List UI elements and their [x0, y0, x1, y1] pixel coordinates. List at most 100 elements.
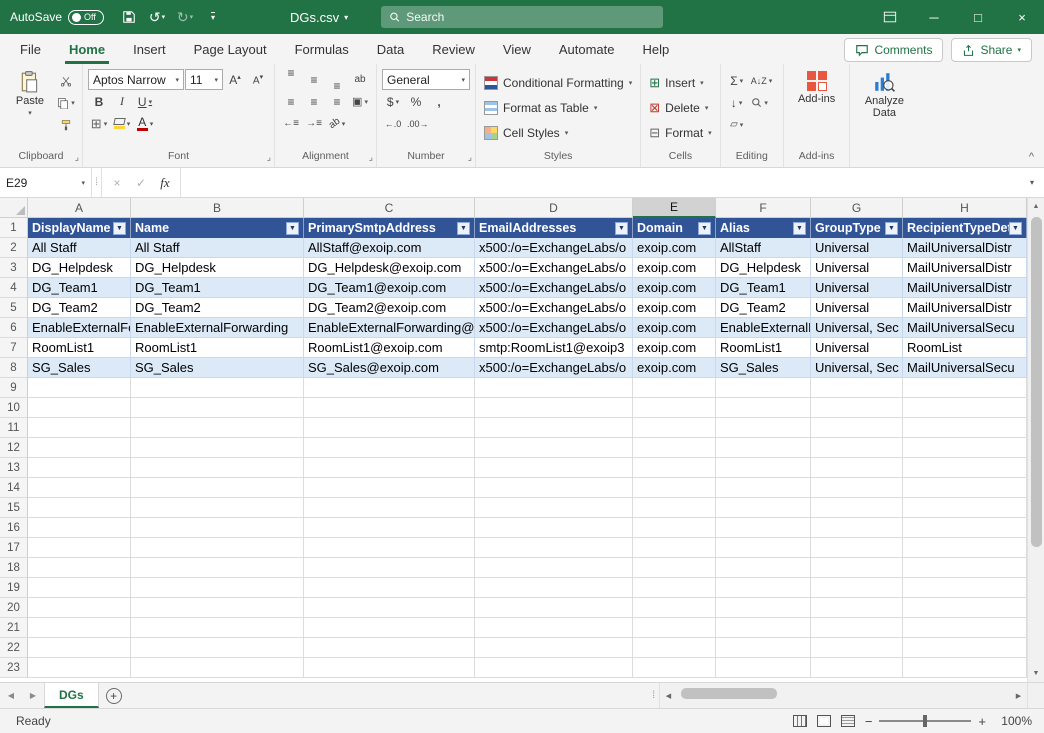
ribbon-tab-help[interactable]: Help	[629, 34, 684, 64]
cell-C14[interactable]	[304, 478, 475, 498]
autosave-switch[interactable]: Off	[68, 10, 104, 25]
bold-button[interactable]: B	[88, 91, 110, 112]
horizontal-scroll-thumb[interactable]	[681, 688, 777, 699]
cell-B21[interactable]	[131, 618, 304, 638]
ribbon-tab-home[interactable]: Home	[55, 34, 119, 64]
cell-C13[interactable]	[304, 458, 475, 478]
find-select-button[interactable]: ▾	[749, 92, 771, 113]
cell-B1[interactable]: Name▼	[131, 218, 304, 238]
column-header-G[interactable]: G	[811, 198, 903, 218]
cell-H12[interactable]	[903, 438, 1027, 458]
cell-F20[interactable]	[716, 598, 811, 618]
comma-style-button[interactable]: ,	[428, 91, 450, 112]
cell-E12[interactable]	[633, 438, 716, 458]
ribbon-display-options-button[interactable]	[868, 0, 912, 34]
cell-E9[interactable]	[633, 378, 716, 398]
cell-B14[interactable]	[131, 478, 304, 498]
zoom-in-button[interactable]: +	[978, 714, 986, 729]
decrease-indent-button[interactable]: ←≡	[280, 113, 302, 134]
normal-view-icon[interactable]	[793, 715, 807, 727]
cell-A10[interactable]	[28, 398, 131, 418]
cell-D9[interactable]	[475, 378, 633, 398]
cell-F23[interactable]	[716, 658, 811, 678]
cell-F12[interactable]	[716, 438, 811, 458]
cell-G19[interactable]	[811, 578, 903, 598]
cell-H11[interactable]	[903, 418, 1027, 438]
cell-C3[interactable]: DG_Helpdesk@exoip.com	[304, 258, 475, 278]
column-header-D[interactable]: D	[475, 198, 633, 218]
cell-D11[interactable]	[475, 418, 633, 438]
cell-G14[interactable]	[811, 478, 903, 498]
cell-H17[interactable]	[903, 538, 1027, 558]
cell-C7[interactable]: RoomList1@exoip.com	[304, 338, 475, 358]
cell-A16[interactable]	[28, 518, 131, 538]
cell-A8[interactable]: SG_Sales	[28, 358, 131, 378]
cell-G22[interactable]	[811, 638, 903, 658]
paste-button[interactable]: Paste ▾	[5, 67, 55, 117]
cell-C11[interactable]	[304, 418, 475, 438]
filter-icon[interactable]: ▼	[615, 222, 628, 235]
zoom-slider[interactable]	[879, 720, 971, 722]
font-size-select[interactable]: 11▾	[185, 69, 223, 90]
cell-E17[interactable]	[633, 538, 716, 558]
page-layout-view-icon[interactable]	[817, 715, 831, 727]
orientation-button[interactable]: ab▾	[326, 113, 348, 134]
scroll-down-icon[interactable]: ▼	[1028, 665, 1044, 682]
redo-button[interactable]: ↻▾	[172, 3, 198, 31]
cell-B9[interactable]	[131, 378, 304, 398]
cell-D12[interactable]	[475, 438, 633, 458]
cell-F2[interactable]: AllStaff	[716, 238, 811, 258]
align-top-button[interactable]: ≡	[280, 69, 302, 90]
cell-A18[interactable]	[28, 558, 131, 578]
cell-D1[interactable]: EmailAddresses▼	[475, 218, 633, 238]
cut-button[interactable]	[55, 70, 77, 91]
row-header-3[interactable]: 3	[0, 258, 28, 278]
cell-A14[interactable]	[28, 478, 131, 498]
vertical-scroll-thumb[interactable]	[1031, 217, 1042, 547]
addins-button[interactable]: Add-ins	[792, 67, 842, 105]
row-header-4[interactable]: 4	[0, 278, 28, 298]
cell-F15[interactable]	[716, 498, 811, 518]
comments-button[interactable]: Comments	[844, 38, 943, 62]
cell-H7[interactable]: RoomList	[903, 338, 1027, 358]
cell-G17[interactable]	[811, 538, 903, 558]
cell-G12[interactable]	[811, 438, 903, 458]
cell-F4[interactable]: DG_Team1	[716, 278, 811, 298]
row-header-19[interactable]: 19	[0, 578, 28, 598]
search-box[interactable]	[381, 6, 663, 28]
cell-F9[interactable]	[716, 378, 811, 398]
filter-icon[interactable]: ▼	[885, 222, 898, 235]
row-header-8[interactable]: 8	[0, 358, 28, 378]
copy-button[interactable]: ▾	[55, 92, 77, 113]
number-format-select[interactable]: General▾	[382, 69, 470, 90]
cell-C23[interactable]	[304, 658, 475, 678]
cell-A2[interactable]: All Staff	[28, 238, 131, 258]
cell-H13[interactable]	[903, 458, 1027, 478]
cell-D6[interactable]: x500:/o=ExchangeLabs/o	[475, 318, 633, 338]
cell-H20[interactable]	[903, 598, 1027, 618]
cell-G21[interactable]	[811, 618, 903, 638]
font-color-button[interactable]: A▾	[134, 113, 156, 134]
number-dialog-launcher-icon[interactable]: ⌟	[468, 152, 472, 163]
cell-F11[interactable]	[716, 418, 811, 438]
cell-B3[interactable]: DG_Helpdesk	[131, 258, 304, 278]
cell-F7[interactable]: RoomList1	[716, 338, 811, 358]
fill-color-button[interactable]: ▾	[111, 113, 133, 134]
row-header-11[interactable]: 11	[0, 418, 28, 438]
cell-D3[interactable]: x500:/o=ExchangeLabs/o	[475, 258, 633, 278]
cell-B20[interactable]	[131, 598, 304, 618]
cell-F14[interactable]	[716, 478, 811, 498]
cell-D7[interactable]: smtp:RoomList1@exoip3	[475, 338, 633, 358]
zoom-slider-knob[interactable]	[923, 715, 927, 727]
cell-D13[interactable]	[475, 458, 633, 478]
cell-H14[interactable]	[903, 478, 1027, 498]
cell-A7[interactable]: RoomList1	[28, 338, 131, 358]
cell-H9[interactable]	[903, 378, 1027, 398]
search-input[interactable]	[406, 10, 655, 24]
cell-E4[interactable]: exoip.com	[633, 278, 716, 298]
cell-H2[interactable]: MailUniversalDistr	[903, 238, 1027, 258]
cell-B11[interactable]	[131, 418, 304, 438]
row-header-20[interactable]: 20	[0, 598, 28, 618]
ribbon-tab-formulas[interactable]: Formulas	[281, 34, 363, 64]
cell-D21[interactable]	[475, 618, 633, 638]
